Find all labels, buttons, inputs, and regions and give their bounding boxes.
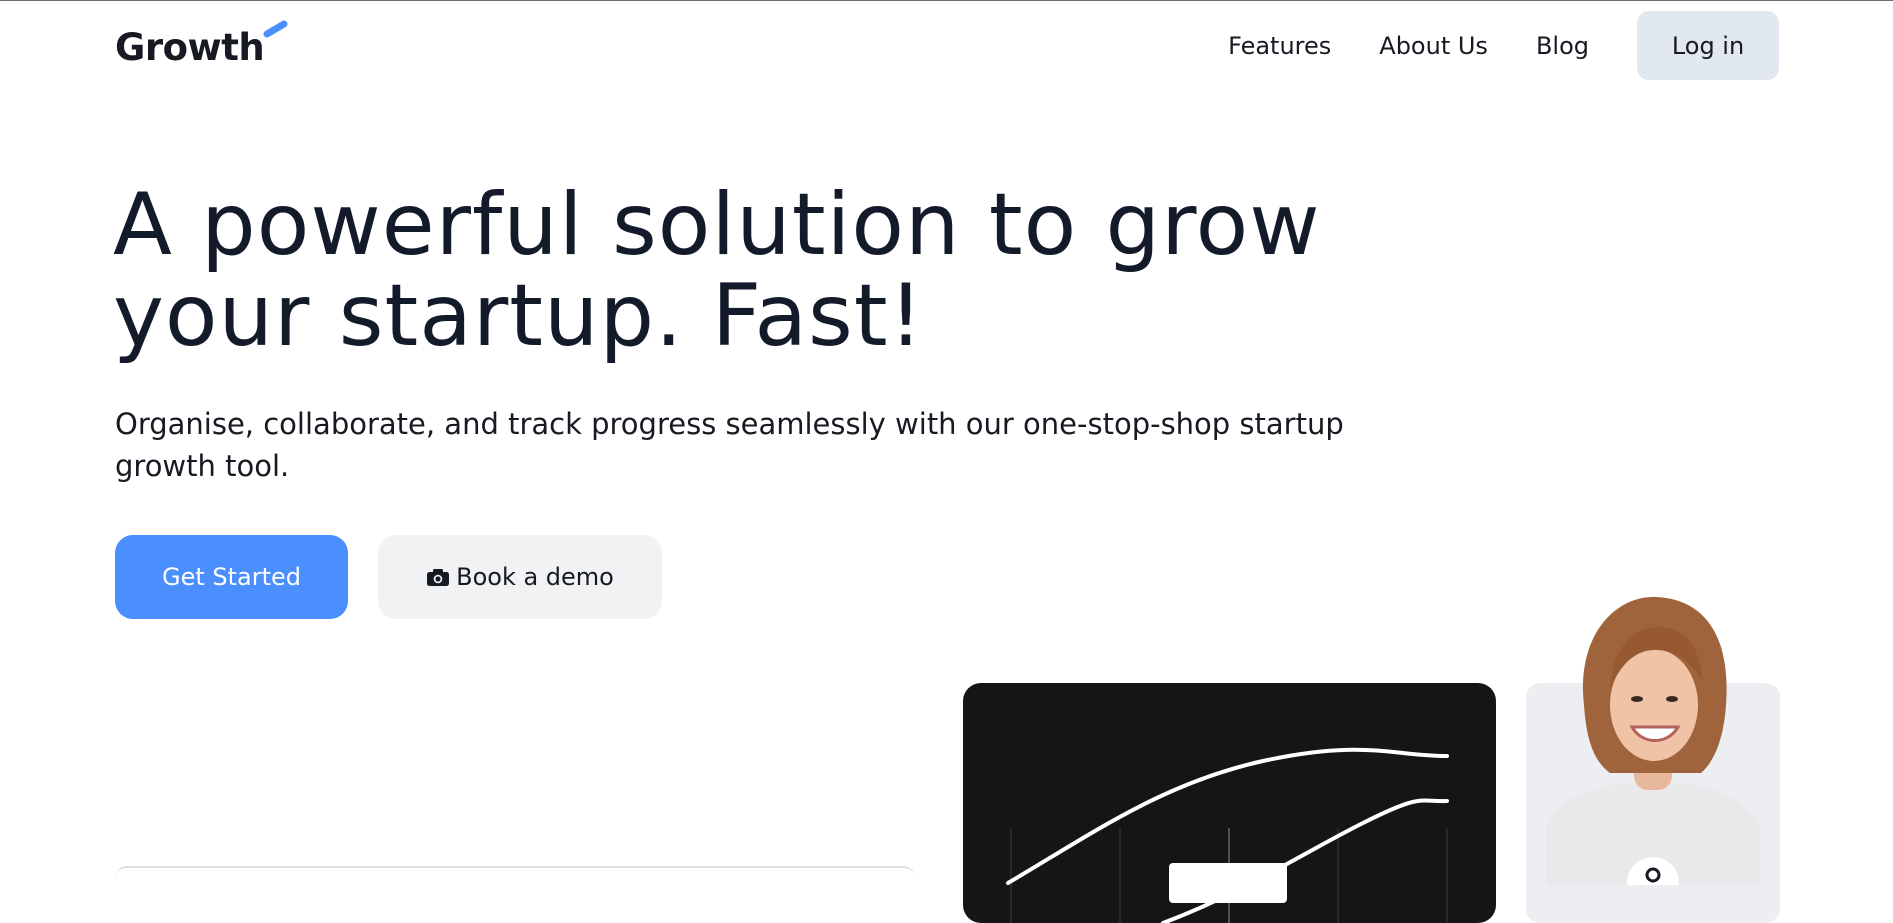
login-button[interactable]: Log in <box>1637 11 1779 80</box>
growth-chart-card <box>963 683 1496 923</box>
book-demo-label: Book a demo <box>456 563 614 591</box>
chart-line-lower <box>1161 798 1449 923</box>
chart-tooltip <box>1169 863 1287 903</box>
avatar-photo <box>1546 596 1760 885</box>
logo-accent-icon <box>263 20 288 38</box>
book-demo-button[interactable]: Book a demo <box>378 535 662 619</box>
nav-link-about-us[interactable]: About Us <box>1379 32 1488 60</box>
hero-title: A powerful solution to grow your startup… <box>113 180 1473 362</box>
window-top-border <box>0 0 1893 1</box>
camera-icon <box>427 569 450 586</box>
hero-title-line-2: your startup. Fast! <box>113 266 925 366</box>
hero-subtitle: Organise, collaborate, and track progres… <box>115 407 1344 483</box>
logo-wordmark[interactable]: Growth <box>115 26 265 69</box>
nav-link-features[interactable]: Features <box>1228 32 1331 60</box>
hero-title-line-1: A powerful solution to grow <box>113 175 1321 275</box>
nav-link-blog[interactable]: Blog <box>1536 32 1589 60</box>
dashboard-card-edge <box>115 866 915 888</box>
get-started-button[interactable]: Get Started <box>115 535 348 619</box>
top-nav: Features About Us Blog Log in <box>1228 11 1779 80</box>
